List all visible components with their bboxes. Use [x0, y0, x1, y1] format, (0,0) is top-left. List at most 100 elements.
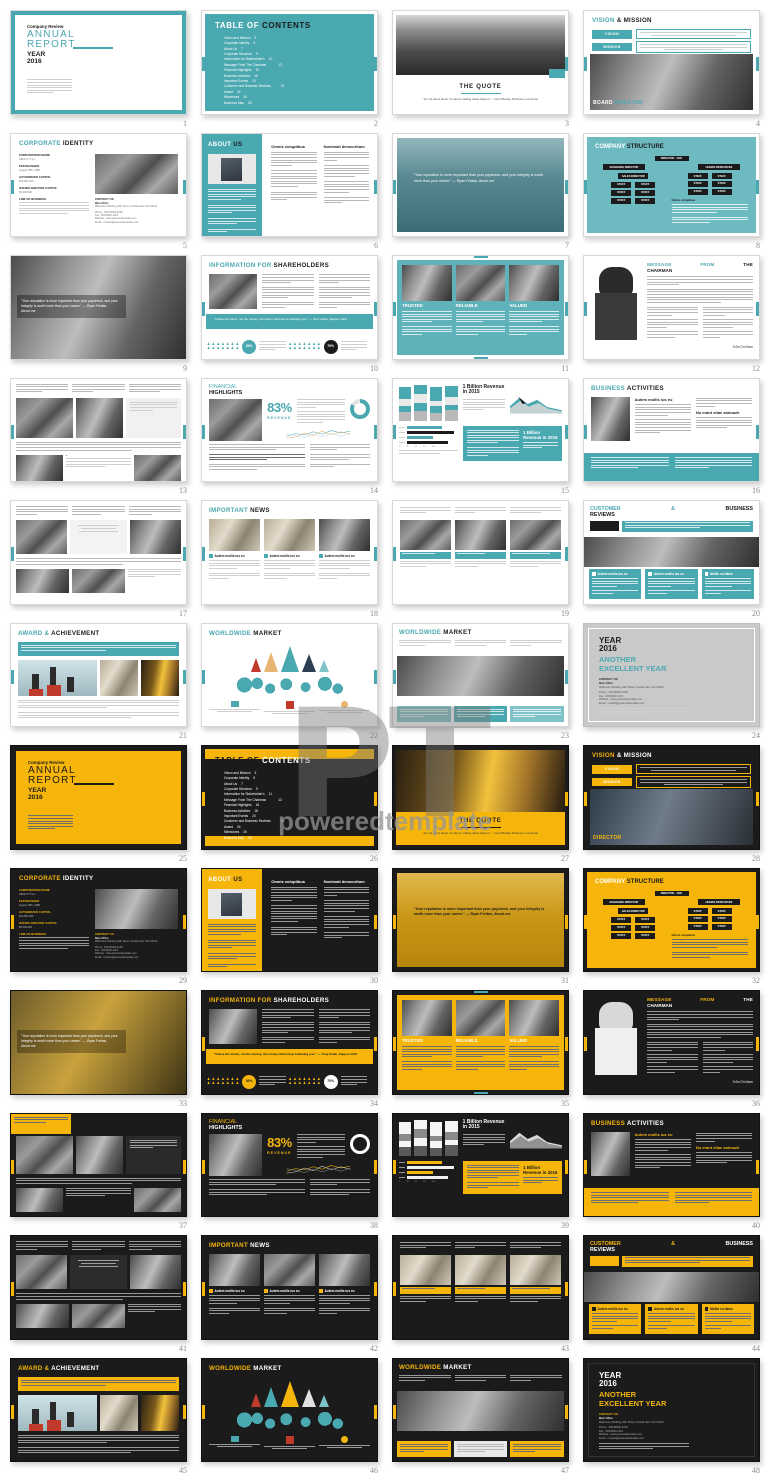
- thumbnail-cell[interactable]: Company Review ANNUAL REPORT YEAR 2016 1: [4, 6, 193, 129]
- slide-43-events-grid-yellow[interactable]: [392, 1235, 569, 1340]
- toc-item[interactable]: Award24: [224, 90, 364, 94]
- slide-12-chairman-message-teal[interactable]: MESSAGE FROM THE CHAIRMAN: [583, 255, 760, 360]
- thumbnail-cell[interactable]: BUSINESS ACTIVITIES Autem mollis ius eu: [577, 1109, 766, 1232]
- thumbnail-cell[interactable]: 17: [4, 496, 193, 619]
- thumbnail-cell[interactable]: YEAR 2016 ANOTHER EXCELLENT YEAR CONTACT…: [577, 619, 766, 742]
- thumbnail-cell[interactable]: INFORMATION FOR SHAREHOLDERS: [195, 251, 384, 374]
- slide-21-award-achievement-teal[interactable]: AWARD & ACHIEVEMENT: [10, 623, 187, 728]
- review-card[interactable]: Mollis eu latew: [702, 569, 754, 599]
- review-card[interactable]: Mollis eu latew: [702, 1304, 754, 1334]
- slide-8-company-structure-teal[interactable]: COMPANY STRUCTURE DIRECTOR - CEO MANAGIN…: [583, 133, 760, 238]
- review-card[interactable]: Autem mollis ius eu: [589, 1304, 641, 1334]
- toc-item[interactable]: Information for Stakeholder's11: [224, 57, 364, 61]
- thumbnail-cell[interactable]: THE QUOTE "It's not about ideas. It's ab…: [386, 6, 575, 129]
- slide-14-financial-highlights-teal[interactable]: FINANCIAL HIGHLIGHTS 83% REVENUE: [201, 378, 378, 483]
- slide-26-table-of-contents-yellow[interactable]: TABLE OF CONTENTS Vision and Mission3 Co…: [201, 745, 378, 850]
- slide-34-information-shareholders-yellow[interactable]: INFORMATION FOR SHAREHOLDERS: [201, 990, 378, 1095]
- toc-item[interactable]: Award24: [224, 825, 364, 829]
- slide-2-table-of-contents-teal[interactable]: TABLE OF CONTENTS Vision and Mission3 Co…: [201, 10, 378, 115]
- thumbnail-cell[interactable]: FINANCIAL HIGHLIGHTS 83% REVENUE: [195, 374, 384, 497]
- toc-item[interactable]: Financial Highlights16: [224, 68, 364, 72]
- slide-29-corporate-identity-yellow[interactable]: CORPORATE IDENTITY CORPORATION NAME ABOU…: [10, 868, 187, 973]
- slide-32-company-structure-yellow[interactable]: COMPANY STRUCTURE DIRECTOR - CEO MANAGIN…: [583, 868, 760, 973]
- thumbnail-cell[interactable]: CUSTOMER & BUSINESS REVIEWS Autem: [577, 1231, 766, 1354]
- thumbnail-cell[interactable]: 43: [386, 1231, 575, 1354]
- slide-39-revenue-charts-yellow[interactable]: 1 Billion Revenue in 2015: [392, 1113, 569, 1218]
- thumbnail-cell[interactable]: CUSTOMER & BUSINESS REVIEWS Autem: [577, 496, 766, 619]
- slide-15-revenue-charts-teal[interactable]: 1 Billion Revenue in 2015: [392, 378, 569, 483]
- toc-item[interactable]: Vision and Mission3: [224, 771, 364, 775]
- toc-item[interactable]: About Us7: [224, 782, 364, 786]
- thumbnail-cell[interactable]: Company Review ANNUAL REPORT YEAR 2016 2…: [4, 741, 193, 864]
- review-card[interactable]: Autem mollis ius eu: [589, 569, 641, 599]
- toc-item[interactable]: Corporate Identity5: [224, 41, 364, 45]
- toc-item[interactable]: Important Events20: [224, 814, 364, 818]
- slide-31-reputation-quote-yellow[interactable]: "Your reputation is more important than …: [392, 868, 569, 973]
- slide-36-chairman-message-yellow[interactable]: MESSAGE FROM THE CHAIRMAN: [583, 990, 760, 1095]
- slide-16-business-activities-teal[interactable]: BUSINESS ACTIVITIES Autem mollis ius eu: [583, 378, 760, 483]
- slide-28-vision-mission-yellow[interactable]: VISION & MISSION VISION MISSION D: [583, 745, 760, 850]
- toc-item[interactable]: Information for Stakeholder's11: [224, 792, 364, 796]
- thumbnail-cell[interactable]: IMPORTANT NEWS Autem mollis ius eu: [195, 496, 384, 619]
- slide-42-important-news-yellow[interactable]: IMPORTANT NEWS Autem mollis ius eu: [201, 1235, 378, 1340]
- toc-item[interactable]: Financial Highlights16: [224, 803, 364, 807]
- thumbnail-cell[interactable]: FINANCIAL HIGHLIGHTS 83% REVENUE: [195, 1109, 384, 1232]
- slide-35-trusted-reliable-valued-yellow[interactable]: TRUSTED RELIABLE: [392, 990, 569, 1095]
- event-card[interactable]: [400, 520, 451, 569]
- toc-item[interactable]: Vision and Mission3: [224, 36, 364, 40]
- toc-item[interactable]: Customer and Business Reviews22: [224, 819, 364, 823]
- thumbnail-cell[interactable]: 37: [4, 1109, 193, 1232]
- thumbnail-cell[interactable]: YEAR 2016 ANOTHER EXCELLENT YEAR CONTACT…: [577, 1354, 766, 1476]
- thumbnail-cell[interactable]: 41: [4, 1231, 193, 1354]
- slide-38-financial-highlights-yellow[interactable]: FINANCIAL HIGHLIGHTS 83% REVENUE: [201, 1113, 378, 1218]
- toc-item[interactable]: Business Map28: [224, 836, 364, 840]
- thumbnail-cell[interactable]: 19: [386, 496, 575, 619]
- slide-37-photo-collage-yellow[interactable]: [10, 1113, 187, 1218]
- slide-33-reputation-photo-yellow[interactable]: "Your reputation is more important than …: [10, 990, 187, 1095]
- news-card[interactable]: Autem mollis ius eu: [264, 1254, 315, 1315]
- slide-22-worldwide-market-teal[interactable]: WORLDWIDE MARKET: [201, 623, 378, 728]
- thumbnail-cell[interactable]: ABOUT US Omnis voluptibu: [195, 129, 384, 252]
- thumbnail-cell[interactable]: BUSINESS ACTIVITIES Autem mollis ius eu: [577, 374, 766, 497]
- toc-item[interactable]: Corporate Identity5: [224, 776, 364, 780]
- news-card[interactable]: Autem mollis ius eu: [264, 519, 315, 580]
- slide-17-text-collage-teal[interactable]: [10, 500, 187, 605]
- toc-item[interactable]: Business Activities18: [224, 809, 364, 813]
- thumbnail-cell[interactable]: MESSAGE FROM THE CHAIRMAN: [577, 251, 766, 374]
- thumbnail-cell[interactable]: MESSAGE FROM THE CHAIRMAN: [577, 986, 766, 1109]
- slide-48-closing-black[interactable]: YEAR 2016 ANOTHER EXCELLENT YEAR CONTACT…: [583, 1358, 760, 1463]
- slide-3-quote-teal[interactable]: THE QUOTE "It's not about ideas. It's ab…: [392, 10, 569, 115]
- toc-item[interactable]: About Us7: [224, 47, 364, 51]
- thumbnail-cell[interactable]: TRUSTED RELIABLE: [386, 986, 575, 1109]
- thumbnail-cell[interactable]: CORPORATE IDENTITY CORPORATION NAME ABOU…: [4, 864, 193, 987]
- slide-6-about-us-teal[interactable]: ABOUT US Omnis voluptibu: [201, 133, 378, 238]
- slide-1-cover-teal[interactable]: Company Review ANNUAL REPORT YEAR 2016: [10, 10, 187, 115]
- slide-24-closing-grey[interactable]: YEAR 2016 ANOTHER EXCELLENT YEAR CONTACT…: [583, 623, 760, 728]
- thumbnail-cell[interactable]: COMPANY STRUCTURE DIRECTOR - CEO MANAGIN…: [577, 864, 766, 987]
- review-card[interactable]: Autem mollis ius eu: [645, 569, 697, 599]
- slide-27-quote-yellow[interactable]: THE QUOTE "It's not about ideas. It's ab…: [392, 745, 569, 850]
- news-card[interactable]: Autem mollis ius eu: [319, 519, 370, 580]
- slide-4-vision-mission-teal[interactable]: VISION & MISSION VISION MISSION: [583, 10, 760, 115]
- thumbnail-cell[interactable]: AWARD & ACHIEVEMENT: [4, 619, 193, 742]
- thumbnail-cell[interactable]: ABOUT US Omnis voluptibu: [195, 864, 384, 987]
- thumbnail-cell[interactable]: 1 Billion Revenue in 2015: [386, 1109, 575, 1232]
- thumbnail-cell[interactable]: "Your reputation is more important than …: [4, 251, 193, 374]
- news-card[interactable]: Autem mollis ius eu: [209, 519, 260, 580]
- thumbnail-cell[interactable]: INFORMATION FOR SHAREHOLDERS: [195, 986, 384, 1109]
- slide-5-corporate-identity-teal[interactable]: CORPORATE IDENTITY CORPORATION NAME ABOU…: [10, 133, 187, 238]
- slide-44-customer-business-reviews-yellow[interactable]: CUSTOMER & BUSINESS REVIEWS Autem: [583, 1235, 760, 1340]
- slide-47-worldwide-market-photo-yellow[interactable]: WORLDWIDE MARKET: [392, 1358, 569, 1463]
- toc-item[interactable]: Corporate Structure9: [224, 787, 364, 791]
- thumbnail-cell[interactable]: TRUSTED RELIABLE: [386, 251, 575, 374]
- event-card[interactable]: [455, 1255, 506, 1304]
- toc-item[interactable]: Corporate Structure9: [224, 52, 364, 56]
- event-card[interactable]: [510, 1255, 561, 1304]
- slide-13-photo-collage-teal[interactable]: “: [10, 378, 187, 483]
- slide-25-cover-yellow[interactable]: Company Review ANNUAL REPORT YEAR 2016: [10, 745, 187, 850]
- thumbnail-cell[interactable]: AWARD & ACHIEVEMENT: [4, 1354, 193, 1476]
- thumbnail-cell[interactable]: “ 13: [4, 374, 193, 497]
- thumbnail-cell[interactable]: TABLE OF CONTENTS Vision and Mission3 Co…: [195, 6, 384, 129]
- slide-41-text-collage-yellow[interactable]: [10, 1235, 187, 1340]
- news-card[interactable]: Autem mollis ius eu: [209, 1254, 260, 1315]
